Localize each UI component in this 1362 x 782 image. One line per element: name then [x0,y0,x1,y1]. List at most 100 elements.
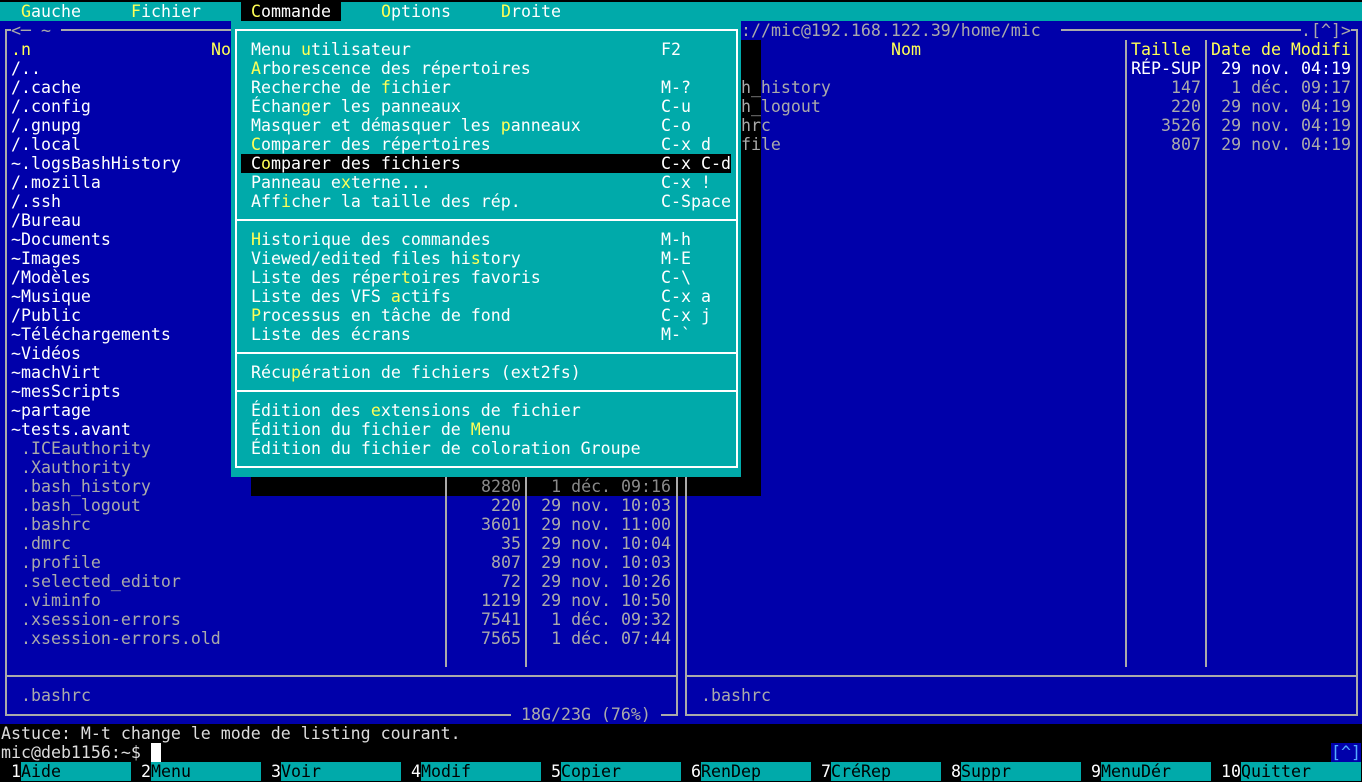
menu-item[interactable]: Historique des commandes M-h [241,230,731,249]
fkey-menudér[interactable]: MenuDér [1101,762,1211,781]
right-panel-header-size[interactable]: Taille [1131,40,1191,59]
left-file-size: 7541 [481,610,521,629]
menu-item[interactable]: Processus en tâche de fond C-x j [241,306,731,325]
fkey-quitter[interactable]: Quitter [1241,762,1361,781]
left-file-name[interactable]: .xsession-errors [11,610,181,629]
left-file-name[interactable]: .xsession-errors.old [11,629,221,648]
left-file-name[interactable]: /.gnupg [11,116,81,135]
left-file-date: 29 nov. 10:04 [541,534,671,553]
menu-item[interactable]: Arborescence des répertoires [241,59,731,78]
menu-separator [235,352,738,354]
fkey-voir[interactable]: Voir [281,762,401,781]
left-file-name[interactable]: .bashrc [11,515,91,534]
left-file-name[interactable]: .bash_history [11,477,151,496]
menu-item[interactable]: Liste des écrans M-` [241,325,731,344]
menu-bar-item-options[interactable]: ptions [391,2,451,21]
label-pre: Liste des écrans [251,325,411,344]
menu-item[interactable]: Liste des VFS actifs C-x a [241,287,731,306]
left-file-name[interactable]: ~Documents [11,230,111,249]
menu-item-label: Liste des répertoires favoris [251,268,541,287]
left-file-name[interactable]: ~Vidéos [11,344,81,363]
menu-item-shortcut: M-` [661,325,691,344]
left-file-name[interactable]: /.cache [11,78,81,97]
fkey-menu[interactable]: Menu [151,762,261,781]
left-file-name[interactable]: ~partage [11,401,91,420]
left-file-name[interactable]: .ICEauthority [11,439,151,458]
fkey-modif[interactable]: Modif [421,762,541,781]
menu-item[interactable]: Édition du fichier de coloration Groupe [241,439,731,458]
menu-bar-item-hotkey[interactable]: C [251,2,261,21]
left-file-name[interactable]: .Xauthority [11,458,131,477]
fkey-rendep[interactable]: RenDep [701,762,811,781]
left-file-name[interactable]: /.config [11,97,91,116]
left-file-size: 72 [501,572,521,591]
menu-item[interactable]: Afficher la taille des rép. C-Space [241,192,731,211]
menu-bar-item-hotkey[interactable]: D [501,2,511,21]
menu-item-label: Comparer des répertoires [251,135,491,154]
menu-item[interactable]: Récupération de fichiers (ext2fs) [241,363,731,382]
menu-bar-item-gauche[interactable]: auche [31,2,81,21]
menu-item-shortcut: C-o [661,116,691,135]
left-file-name[interactable]: ~.logsBashHistory [11,154,181,173]
left-file-name[interactable]: .bash_logout [11,496,141,515]
label-pre: Recherche de [251,78,381,97]
left-file-name[interactable]: ~Musique [11,287,91,306]
menu-bar-item-droite[interactable]: roite [511,2,561,21]
left-file-name[interactable]: .selected_editor [11,572,181,591]
left-file-name[interactable]: .viminfo [11,591,101,610]
label-post: mparer des fichiers [271,154,461,173]
fkey-crérep[interactable]: CréRep [831,762,941,781]
left-panel-path: ~ [41,21,51,40]
left-file-name[interactable]: ~machVirt [11,363,101,382]
menu-bar-item-fichier[interactable]: ichier [141,2,201,21]
right-panel-history-buttons[interactable]: .[^]> [1301,21,1351,40]
left-file-name[interactable]: ~Images [11,249,81,268]
left-file-name[interactable]: .dmrc [11,534,71,553]
left-file-name[interactable]: .profile [11,553,101,572]
left-file-name[interactable]: /Modèles [11,268,91,287]
menu-bar-item-hotkey[interactable]: F [131,2,141,21]
right-panel-header-name[interactable]: Nom [891,40,921,59]
left-file-name[interactable]: /.mozilla [11,173,101,192]
right-file-size: RÉP-SUP [1131,59,1201,78]
shell-prompt[interactable]: mic@deb1156:~$ [1,743,141,762]
left-file-name[interactable]: /Public [11,306,81,325]
menu-item[interactable]: Comparer des fichiers C-x C-d [241,154,731,173]
label-post: cher la taille des rép. [290,192,521,211]
left-panel-history-arrow[interactable]: <─ [11,21,31,40]
fkey-suppr[interactable]: Suppr [961,762,1081,781]
menu-item-label: Historique des commandes [251,230,491,249]
left-file-name[interactable]: /.local [11,135,81,154]
left-panel-sort-indicator[interactable]: .n [11,40,31,59]
menu-item-label: Viewed/edited files history [251,249,521,268]
menu-item[interactable]: Menu utilisateur F2 [241,40,731,59]
menu-item[interactable]: Panneau externe... C-x ! [241,173,731,192]
menu-item-label: Arborescence des répertoires [251,59,531,78]
label-hotkey: t [400,268,411,287]
fkey-copier[interactable]: Copier [561,762,681,781]
left-file-name[interactable]: /.. [11,59,41,78]
label-hotkey: o [261,154,271,173]
label-pre: Menu [251,40,301,59]
left-file-name[interactable]: ~mesScripts [11,382,121,401]
menu-bar-item-hotkey[interactable]: G [21,2,31,21]
menu-item[interactable]: Recherche de fichier M-? [241,78,731,97]
menu-item[interactable]: Masquer et démasquer les panneaux C-o [241,116,731,135]
menu-bar-item-commande[interactable]: ommande [261,2,331,21]
menu-bar-item-hotkey[interactable]: O [381,2,391,21]
right-panel-header-date[interactable]: Date de Modifi [1211,40,1351,59]
left-file-name[interactable]: ~tests.avant [11,420,131,439]
label-post: rborescence des répertoires [261,59,531,78]
fkey-aide[interactable]: Aide [21,762,131,781]
left-file-name[interactable]: /.ssh [11,192,61,211]
fkey-number: 1 [11,762,21,781]
menu-item[interactable]: Comparer des répertoires C-x d [241,135,731,154]
menu-item[interactable]: Échanger les panneaux C-u [241,97,731,116]
right-file-date: 29 nov. 04:19 [1221,59,1351,78]
menu-item[interactable]: Viewed/edited files history M-E [241,249,731,268]
menu-item[interactable]: Édition des extensions de fichier [241,401,731,420]
left-file-name[interactable]: /Bureau [11,211,81,230]
menu-item[interactable]: Liste des répertoires favoris C-\ [241,268,731,287]
left-file-name[interactable]: ~Téléchargements [11,325,171,344]
menu-item[interactable]: Édition du fichier de Menu [241,420,731,439]
